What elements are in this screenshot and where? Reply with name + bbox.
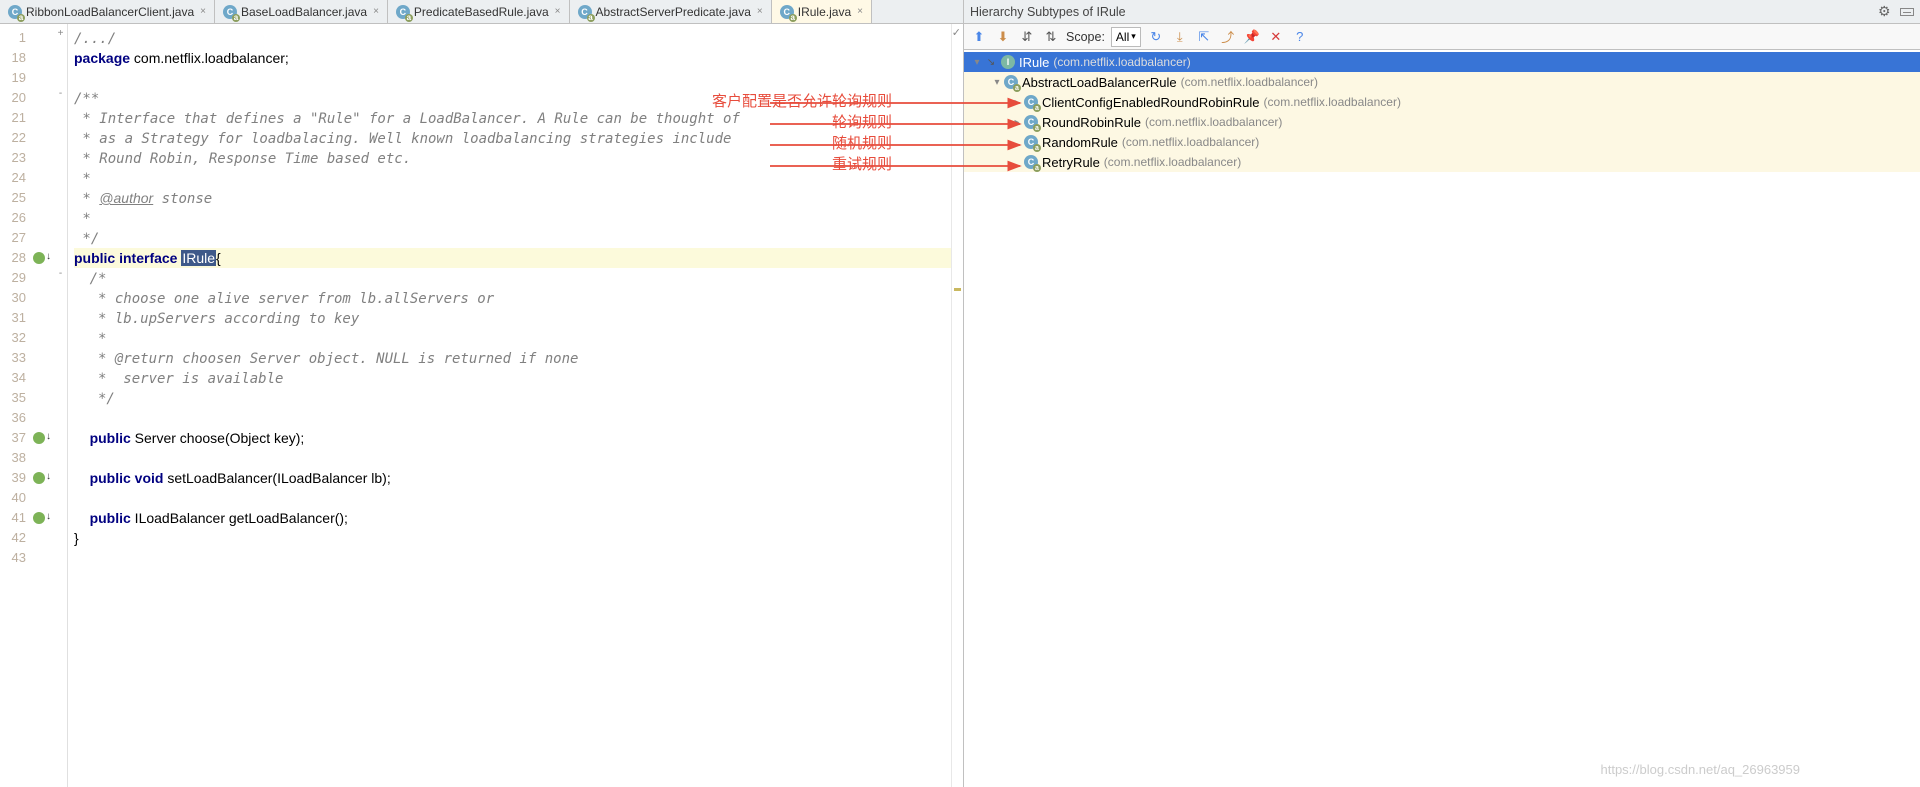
supertypes-icon[interactable]: ⬇ <box>994 28 1012 46</box>
package-name: (com.netflix.loadbalancer) <box>1122 135 1259 149</box>
package-name: (com.netflix.loadbalancer) <box>1181 75 1318 89</box>
sort-icon[interactable]: ⇅ <box>1042 28 1060 46</box>
java-class-icon: C <box>578 5 592 19</box>
hierarchy-pane: Hierarchy Subtypes of IRule ⚙ ⬆ ⬇ ⇵ ⇅ Sc… <box>964 0 1920 787</box>
warning-marker[interactable] <box>954 288 961 291</box>
editor-tab[interactable]: C IRule.java × <box>772 0 872 23</box>
expand-toggle[interactable]: ▾ <box>970 57 984 68</box>
pin-icon[interactable]: 📌 <box>1243 28 1261 46</box>
gutter-marks <box>30 24 54 787</box>
class-name: IRule <box>1019 55 1049 70</box>
autoscroll-icon[interactable]: ⤓ <box>1171 28 1189 46</box>
nav-icon[interactable]: ✓ <box>952 26 961 39</box>
close-tab-icon[interactable]: × <box>555 6 561 17</box>
editor-tab[interactable]: C BaseLoadBalancer.java × <box>215 0 388 23</box>
java-class-icon: C <box>396 5 410 19</box>
package-name: (com.netflix.loadbalancer) <box>1104 155 1241 169</box>
hide-button[interactable] <box>1900 8 1914 16</box>
java-class-icon: C <box>780 5 794 19</box>
close-tab-icon[interactable]: × <box>757 6 763 17</box>
editor-tab[interactable]: C AbstractServerPredicate.java × <box>570 0 772 23</box>
navigate-icon[interactable]: ↘ <box>984 55 998 69</box>
fold-toggle[interactable]: - <box>54 88 67 108</box>
close-icon[interactable]: ✕ <box>1267 28 1285 46</box>
implemented-icon[interactable] <box>33 432 45 444</box>
tab-label: IRule.java <box>798 5 851 19</box>
package-name: (com.netflix.loadbalancer) <box>1053 55 1190 69</box>
expand-toggle[interactable]: ▾ <box>990 77 1004 88</box>
close-tab-icon[interactable]: × <box>857 6 863 17</box>
expand-icon[interactable]: ⇱ <box>1195 28 1213 46</box>
hierarchy-header: Hierarchy Subtypes of IRule ⚙ <box>964 0 1920 24</box>
implemented-icon[interactable] <box>33 252 45 264</box>
class-name: ClientConfigEnabledRoundRobinRule <box>1042 95 1260 110</box>
class-name: RoundRobinRule <box>1042 115 1141 130</box>
package-name: (com.netflix.loadbalancer) <box>1264 95 1401 109</box>
class-icon: C <box>1004 75 1018 89</box>
line-numbers: 1181920212223242526272829303132333435363… <box>0 24 30 787</box>
gear-icon[interactable]: ⚙ <box>1878 3 1891 19</box>
implemented-icon[interactable] <box>33 512 45 524</box>
tree-row[interactable]: ▸CClientConfigEnabledRoundRobinRule(com.… <box>964 92 1920 112</box>
implemented-icon[interactable] <box>33 472 45 484</box>
scope-label: Scope: <box>1066 30 1105 44</box>
editor-tabs: C RibbonLoadBalancerClient.java × C BaseLoad… <box>0 0 963 24</box>
hierarchy-tree: ▾↘IIRule(com.netflix.loadbalancer)▾CAbst… <box>964 50 1920 787</box>
tree-row[interactable]: ▸CRoundRobinRule(com.netflix.loadbalance… <box>964 112 1920 132</box>
fold-column: + - - <box>54 24 68 787</box>
refresh-icon[interactable]: ↻ <box>1147 28 1165 46</box>
class-hierarchy-icon[interactable]: ⬆ <box>970 28 988 46</box>
scope-select[interactable]: All ▾ <box>1111 27 1141 47</box>
interface-icon: I <box>1001 55 1015 69</box>
tab-label: BaseLoadBalancer.java <box>241 5 367 19</box>
tab-label: PredicateBasedRule.java <box>414 5 549 19</box>
export-icon[interactable]: ⤴ <box>1219 28 1237 46</box>
tree-row[interactable]: CRandomRule(com.netflix.loadbalancer) <box>964 132 1920 152</box>
subtypes-icon[interactable]: ⇵ <box>1018 28 1036 46</box>
hierarchy-toolbar: ⬆ ⬇ ⇵ ⇅ Scope: All ▾ ↻ ⤓ ⇱ ⤴ 📌 ✕ ? <box>964 24 1920 50</box>
editor-tab[interactable]: C PredicateBasedRule.java × <box>388 0 570 23</box>
java-class-icon: C <box>8 5 22 19</box>
package-name: (com.netflix.loadbalancer) <box>1145 115 1282 129</box>
tree-row[interactable]: ▾↘I IRule (com.netflix.loadbalancer) <box>964 52 1920 72</box>
tab-label: RibbonLoadBalancerClient.java <box>26 5 194 19</box>
class-name: AbstractLoadBalancerRule <box>1022 75 1177 90</box>
fold-toggle[interactable]: - <box>54 268 67 288</box>
help-icon[interactable]: ? <box>1291 28 1309 46</box>
tab-label: AbstractServerPredicate.java <box>596 5 751 19</box>
tree-row[interactable]: CRetryRule(com.netflix.loadbalancer) <box>964 152 1920 172</box>
java-class-icon: C <box>223 5 237 19</box>
class-name: RetryRule <box>1042 155 1100 170</box>
hierarchy-title: Hierarchy Subtypes of IRule <box>970 5 1126 19</box>
tree-row[interactable]: ▾C AbstractLoadBalancerRule (com.netflix.l… <box>964 72 1920 92</box>
close-tab-icon[interactable]: × <box>200 6 206 17</box>
editor-tab[interactable]: C RibbonLoadBalancerClient.java × <box>0 0 215 23</box>
close-tab-icon[interactable]: × <box>373 6 379 17</box>
fold-toggle[interactable]: + <box>54 28 67 48</box>
class-name: RandomRule <box>1042 135 1118 150</box>
